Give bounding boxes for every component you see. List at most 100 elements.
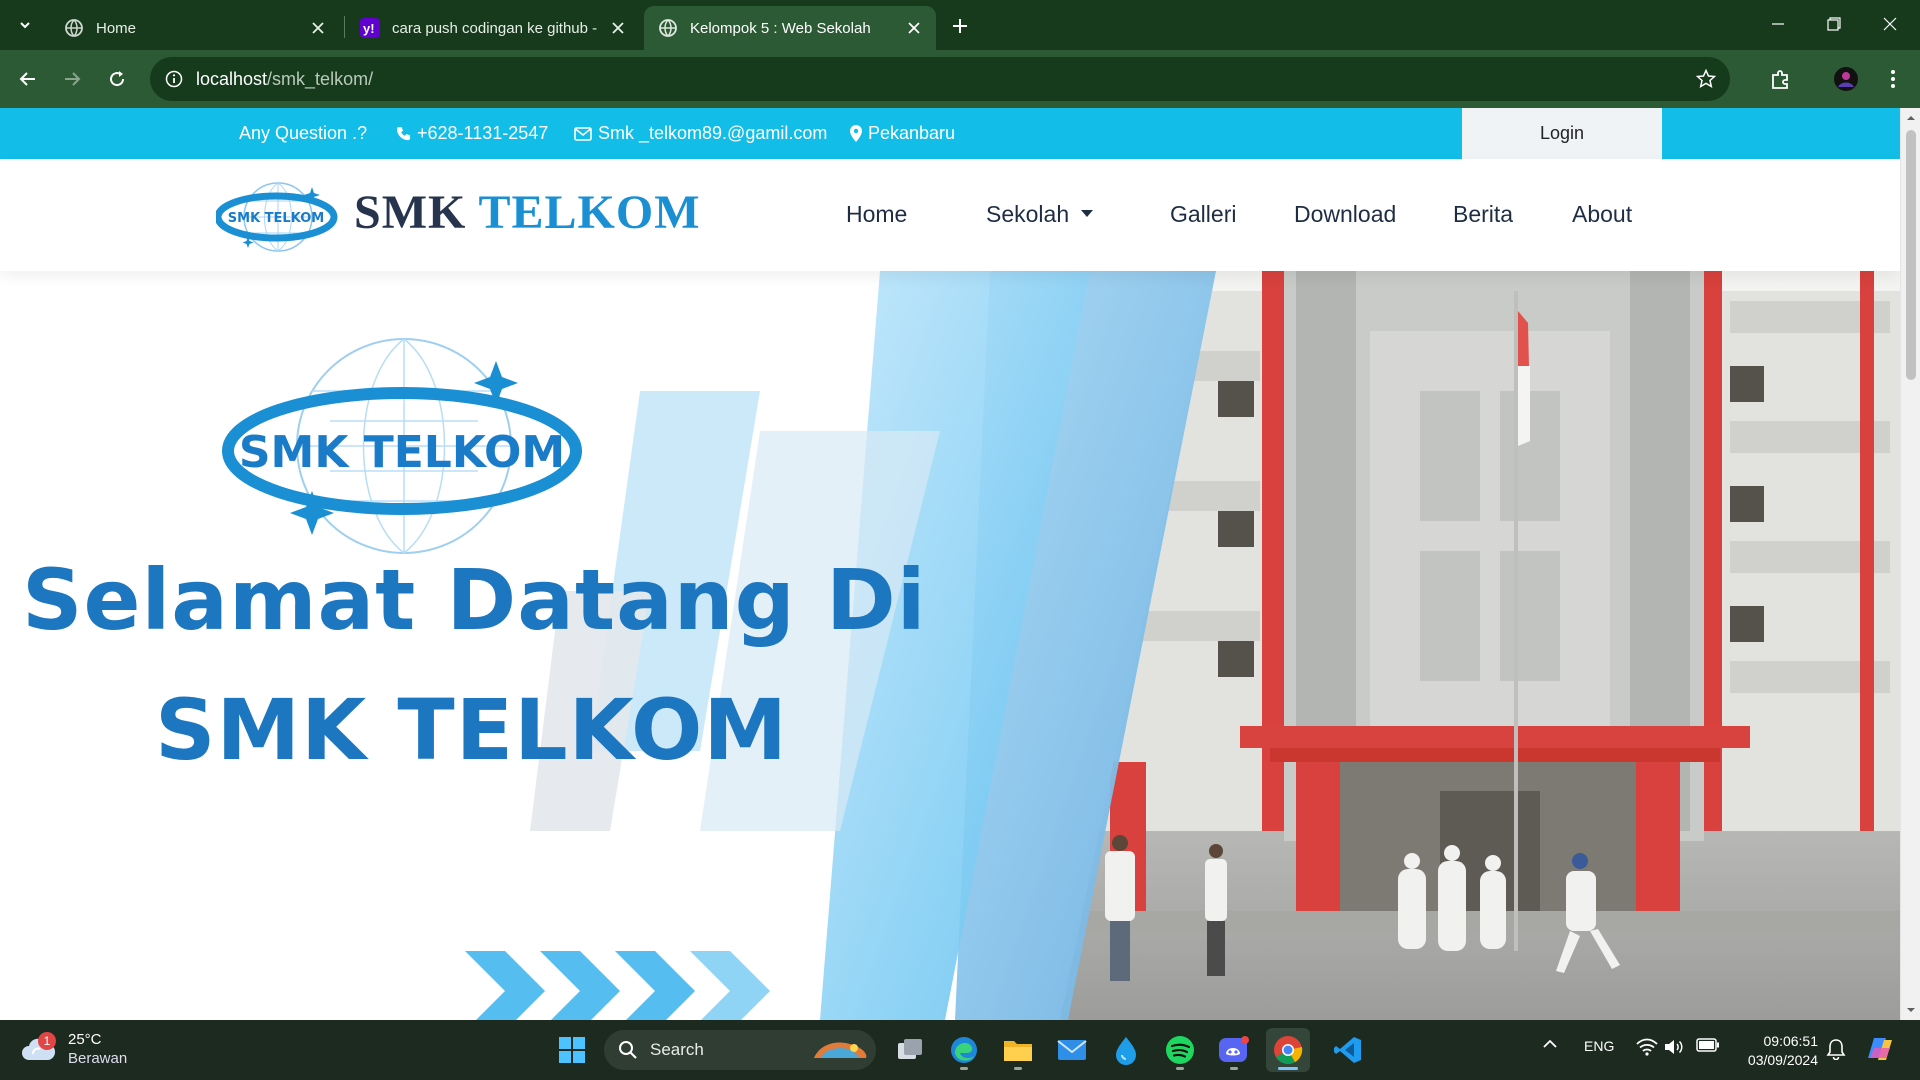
tab-close-button[interactable] [304, 14, 332, 42]
tab-github-search[interactable]: y! cara push codingan ke github - [346, 6, 640, 50]
app-running-indicator [1014, 1067, 1022, 1070]
brand-logo[interactable]: SMK TELKOM [216, 179, 340, 255]
caret-down-icon [1081, 210, 1094, 218]
new-tab-button[interactable] [944, 10, 976, 42]
discord-app[interactable] [1212, 1028, 1256, 1072]
hero-heading-line-1: Selamat Datang Di [22, 551, 927, 649]
chrome-icon [1274, 1036, 1303, 1064]
weather-widget[interactable]: 1 25°C Berawan [20, 1030, 127, 1068]
globe-icon [659, 19, 677, 37]
globe-icon [65, 19, 83, 37]
chrome-app[interactable] [1266, 1028, 1310, 1072]
back-button[interactable] [10, 61, 46, 97]
show-hidden-icons-button[interactable] [1542, 1038, 1558, 1050]
nav-about[interactable]: About [1572, 201, 1632, 228]
nav-sekolah[interactable]: Sekolah [986, 201, 1094, 228]
task-view-button[interactable] [888, 1028, 932, 1072]
reload-button[interactable] [99, 61, 135, 97]
network-status[interactable] [1636, 1038, 1658, 1056]
tab-close-button[interactable] [900, 14, 928, 42]
bookmark-button[interactable] [1692, 65, 1720, 93]
taskbar-search[interactable]: Search [604, 1030, 876, 1070]
scroll-up-icon[interactable] [1905, 112, 1917, 124]
question-text: Any Question .? [239, 123, 367, 144]
store-app[interactable] [1104, 1028, 1148, 1072]
forward-button[interactable] [54, 61, 90, 97]
nav-sekolah-label: Sekolah [986, 201, 1070, 227]
minimize-icon [1772, 23, 1784, 25]
hero-banner: SMK TELKOM Selamat Datang Di SMK TELKOM [0, 271, 1900, 1020]
hero-logo-text: SMK TELKOM [239, 427, 565, 478]
copilot-icon [1868, 1038, 1892, 1060]
file-explorer-app[interactable] [996, 1028, 1040, 1072]
battery-status[interactable] [1696, 1038, 1720, 1052]
drop-icon [1116, 1037, 1136, 1065]
spotify-app[interactable] [1158, 1028, 1202, 1072]
speaker-icon [1665, 1040, 1683, 1054]
puzzle-icon [1772, 70, 1788, 89]
page-viewport: Any Question .? +628-1131-2547 Smk _telk… [0, 108, 1900, 1020]
url-text: localhost/smk_telkom/ [196, 69, 373, 90]
tab-search-button[interactable] [8, 8, 42, 42]
yahoo-icon: y! [360, 18, 380, 38]
windows-icon [559, 1037, 585, 1063]
restore-icon [1827, 17, 1841, 31]
app-running-indicator [1230, 1067, 1238, 1070]
address-bar[interactable]: localhost/smk_telkom/ [150, 57, 1730, 101]
login-button[interactable]: Login [1462, 108, 1662, 159]
close-window-button[interactable] [1862, 0, 1918, 48]
copilot-button[interactable] [1864, 1034, 1896, 1064]
location-info: Pekanbaru [850, 123, 955, 144]
mail-app[interactable] [1050, 1028, 1094, 1072]
tab-title: Home [96, 19, 137, 37]
weather-temp: 25°C [68, 1031, 102, 1048]
vscode-app[interactable] [1326, 1028, 1370, 1072]
restore-button[interactable] [1806, 0, 1862, 48]
nav-galleri[interactable]: Galleri [1170, 201, 1236, 228]
chevron-up-icon [1543, 1039, 1557, 1048]
minimize-button[interactable] [1750, 0, 1806, 48]
close-icon [908, 22, 920, 34]
language-indicator[interactable]: ENG [1584, 1038, 1614, 1054]
extensions-button[interactable] [1763, 61, 1799, 97]
globe-logo-icon: SMK TELKOM [216, 182, 338, 252]
site-navbar: SMK TELKOM SMK TELKOM Home Sekolah Galle… [0, 159, 1900, 271]
app-running-indicator [1176, 1067, 1184, 1070]
close-icon [1883, 17, 1897, 31]
nav-berita[interactable]: Berita [1453, 201, 1513, 228]
tab-close-button[interactable] [604, 14, 632, 42]
page-scrollbar[interactable] [1900, 108, 1920, 1020]
browser-menu-button[interactable] [1875, 61, 1911, 97]
clock-time: 09:06:51 [1763, 1033, 1819, 1049]
tab-home[interactable]: Home [50, 6, 340, 50]
phone-contact[interactable]: +628-1131-2547 [396, 123, 548, 144]
location-label: Pekanbaru [868, 123, 956, 143]
system-clock[interactable]: 09:06:51 03/09/2024 [1722, 1032, 1818, 1070]
scroll-down-icon[interactable] [1905, 1004, 1917, 1016]
top-info-bar: Any Question .? +628-1131-2547 Smk _telk… [0, 108, 1900, 159]
envelope-icon [574, 126, 592, 141]
question-label: Any Question .? [239, 123, 368, 143]
more-vertical-icon [1891, 70, 1895, 88]
browser-tab-bar: Home y! cara push codingan ke github - K… [0, 0, 1920, 50]
discord-icon [1219, 1036, 1249, 1062]
email-contact[interactable]: Smk _telkom89.@gamil.com [574, 123, 827, 144]
app-running-indicator [960, 1067, 968, 1070]
tab-web-sekolah[interactable]: Kelompok 5 : Web Sekolah [644, 6, 936, 50]
arrow-right-icon [65, 72, 81, 86]
volume-control[interactable] [1664, 1038, 1684, 1056]
tab-title: cara push codingan ke github - [392, 19, 598, 37]
scrollbar-thumb[interactable] [1906, 130, 1916, 380]
profile-button[interactable] [1828, 61, 1864, 97]
notifications-button[interactable] [1826, 1038, 1846, 1060]
hero-logo: SMK TELKOM [222, 338, 582, 554]
nav-download[interactable]: Download [1294, 201, 1396, 228]
site-info-button[interactable] [160, 65, 188, 93]
close-icon [612, 22, 624, 34]
brand-name[interactable]: SMK TELKOM [354, 185, 701, 240]
url-host: localhost [196, 69, 268, 89]
start-button[interactable] [550, 1028, 594, 1072]
weather-badge: 1 [38, 1032, 56, 1050]
nav-home[interactable]: Home [846, 201, 907, 228]
edge-app[interactable] [942, 1028, 986, 1072]
